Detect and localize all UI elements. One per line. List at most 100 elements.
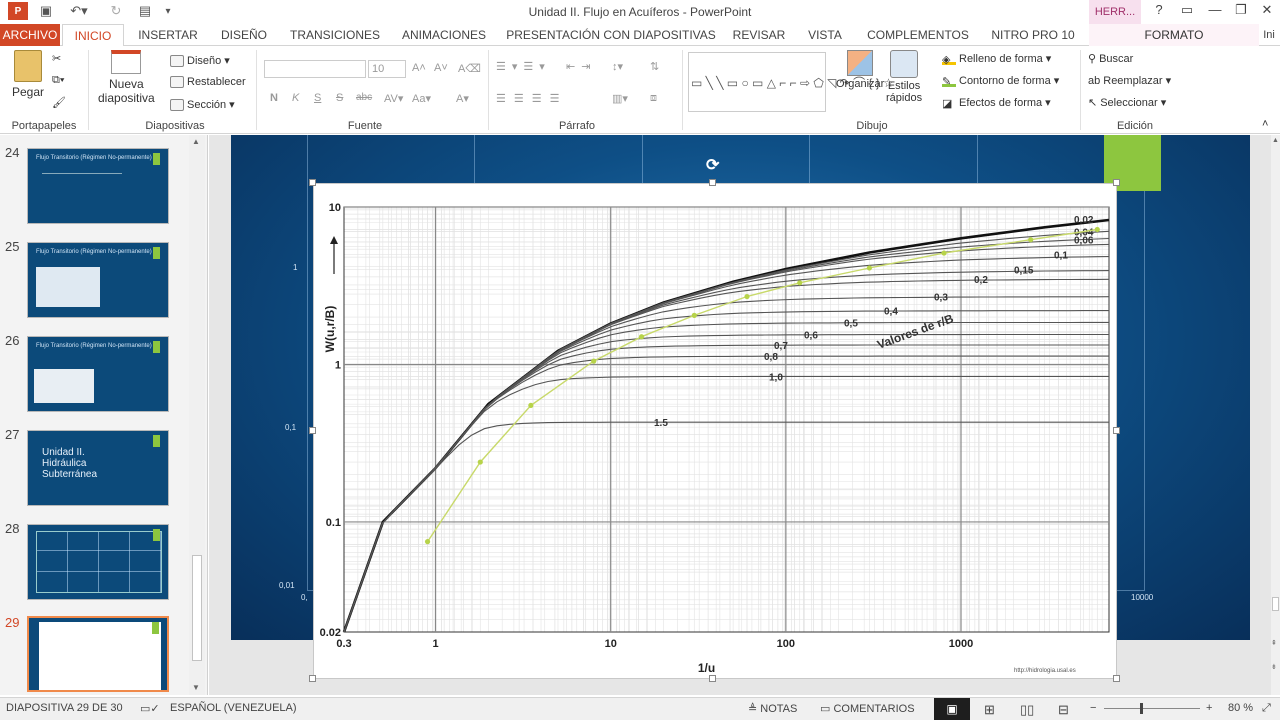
shape-effects-button[interactable]: ◪ Efectos de forma ▾: [942, 96, 1051, 110]
prev-slide-icon[interactable]: ⇞: [1271, 639, 1277, 647]
resize-handle[interactable]: [309, 675, 316, 682]
scroll-up-icon[interactable]: ▲: [1272, 137, 1279, 144]
type-curve-chart-image[interactable]: 0,02 0,04 0,06 0,1 0,15 0,2 0,3 0,4 0,5 0,6 0,7 0,8…: [313, 183, 1117, 679]
maximize-icon[interactable]: ❐: [1230, 2, 1252, 20]
slide-thumbnail-29[interactable]: [27, 616, 169, 692]
scroll-up-icon[interactable]: ▲: [192, 137, 200, 146]
select-button[interactable]: ↖ Seleccionar ▾: [1088, 96, 1166, 110]
tab-presentacion[interactable]: PRESENTACIÓN CON DIAPOSITIVAS: [502, 24, 720, 46]
slide-thumbnail-24[interactable]: Flujo Transitorio (Régimen No-permanente…: [27, 148, 169, 224]
zoom-slider[interactable]: [1104, 703, 1200, 714]
resize-handle[interactable]: [709, 675, 716, 682]
text-direction-icon[interactable]: ⇅: [650, 60, 659, 73]
copy-icon[interactable]: ⧉▾: [52, 74, 64, 87]
section-button[interactable]: Sección ▾: [170, 98, 235, 111]
thumbnails-scrollbar[interactable]: ▲ ▼: [189, 135, 205, 695]
char-spacing-icon[interactable]: AV▾: [384, 92, 403, 105]
smartart-icon[interactable]: ⧈: [650, 92, 657, 105]
tab-formato[interactable]: FORMATO: [1089, 24, 1259, 46]
replace-button[interactable]: ab Reemplazar ▾: [1088, 74, 1171, 88]
rotate-handle-icon[interactable]: ⟳: [706, 155, 719, 175]
spellcheck-icon[interactable]: ▭✓: [140, 702, 160, 715]
slide-thumbnail-25[interactable]: Flujo Transitorio (Régimen No-permanente…: [27, 242, 169, 318]
paste-button[interactable]: Pegar: [12, 50, 44, 99]
tab-complementos[interactable]: COMPLEMENTOS: [860, 24, 976, 46]
grow-font-icon[interactable]: A˄: [412, 62, 426, 74]
new-slide-button[interactable]: Nueva diapositiva: [98, 50, 155, 105]
shape-fill-button[interactable]: ◈ Relleno de forma ▾: [942, 52, 1051, 66]
change-case-icon[interactable]: Aa▾: [412, 92, 431, 105]
next-slide-icon[interactable]: ⇟: [1271, 663, 1277, 671]
zoom-level[interactable]: 80 %: [1228, 702, 1253, 714]
comments-button[interactable]: ▭ COMENTARIOS: [820, 702, 915, 715]
zoom-slider-thumb[interactable]: [1140, 703, 1143, 714]
font-size-dropdown[interactable]: 10: [368, 60, 406, 78]
find-button[interactable]: ⚲ Buscar: [1088, 52, 1133, 66]
clipboard-icon: [14, 50, 43, 82]
language-indicator[interactable]: ESPAÑOL (VENEZUELA): [170, 702, 297, 714]
zoom-out-icon[interactable]: −: [1090, 702, 1096, 714]
underline-button[interactable]: S: [314, 92, 321, 104]
normal-view-icon[interactable]: ▣: [934, 698, 970, 720]
slideshow-view-icon[interactable]: ⊟: [1058, 702, 1069, 718]
indent-icon[interactable]: ⇤⇥: [566, 60, 596, 73]
tab-nitro[interactable]: NITRO PRO 10: [984, 24, 1082, 46]
editor-scrollbar[interactable]: ▲ ⇞ ⇟: [1271, 135, 1280, 695]
tab-vista[interactable]: VISTA: [798, 24, 852, 46]
fit-to-window-icon[interactable]: ⤢: [1262, 702, 1271, 715]
notes-button[interactable]: ≜ NOTAS: [748, 702, 797, 715]
tab-inicio[interactable]: INICIO: [62, 24, 124, 47]
group-label-fuente: Fuente: [347, 120, 383, 132]
scrollbar-thumb[interactable]: [192, 555, 202, 661]
font-name-dropdown[interactable]: [264, 60, 366, 78]
tab-insertar[interactable]: INSERTAR: [130, 24, 206, 46]
tab-animaciones[interactable]: ANIMACIONES: [394, 24, 494, 46]
scrollbar-thumb[interactable]: [1272, 597, 1279, 611]
align-buttons[interactable]: ☰☰☰☰: [496, 92, 567, 105]
tab-transiciones[interactable]: TRANSICIONES: [284, 24, 386, 46]
line-spacing-icon[interactable]: ↕▾: [612, 60, 623, 73]
zoom-in-icon[interactable]: +: [1206, 702, 1212, 714]
format-painter-icon[interactable]: 🖌: [52, 96, 66, 109]
resize-handle[interactable]: [709, 179, 716, 186]
shapes-gallery[interactable]: ▭ ╲ ╲ ▭ ○ ▭ △ ⌐ ⌐ ⇨ ⬠ ◹ ↷ ⌒ { } ☆: [688, 52, 894, 112]
resize-handle[interactable]: [309, 179, 316, 186]
strikethrough-button[interactable]: S: [336, 92, 343, 104]
ribbon-display-icon[interactable]: ▭: [1176, 2, 1198, 20]
font-color-icon[interactable]: A▾: [456, 92, 469, 105]
slide-thumbnail-28[interactable]: [27, 524, 169, 600]
italic-button[interactable]: K: [292, 92, 299, 104]
minimize-icon[interactable]: —: [1204, 2, 1226, 20]
shrink-font-icon[interactable]: A˅: [434, 62, 448, 74]
close-icon[interactable]: ✕: [1256, 2, 1278, 20]
slide-number: 27: [5, 427, 20, 442]
user-account[interactable]: Ini: [1258, 24, 1280, 46]
columns-icon[interactable]: ▥▾: [612, 92, 628, 105]
layout-label: Diseño: [187, 54, 222, 67]
reading-view-icon[interactable]: ▯▯: [1020, 702, 1034, 718]
marked-point: [797, 280, 803, 286]
help-icon[interactable]: ?: [1148, 2, 1170, 20]
resize-handle[interactable]: [1113, 675, 1120, 682]
shadow-button[interactable]: abc: [356, 92, 372, 103]
slide-thumbnail-26[interactable]: Flujo Transitorio (Régimen No-permanente…: [27, 336, 169, 412]
slide-sorter-icon[interactable]: ⊞: [984, 702, 995, 718]
clear-format-icon[interactable]: A⌫: [458, 62, 481, 75]
layout-button[interactable]: Diseño ▾: [170, 54, 230, 67]
resize-handle[interactable]: [1113, 427, 1120, 434]
cut-icon[interactable]: ✂: [52, 52, 61, 65]
scroll-down-icon[interactable]: ▼: [192, 683, 200, 692]
tab-diseno[interactable]: DISEÑO: [212, 24, 276, 46]
bullets-icon[interactable]: ☰▾☰▾: [496, 60, 551, 73]
resize-handle[interactable]: [309, 427, 316, 434]
reset-button[interactable]: Restablecer: [170, 76, 246, 88]
arrange-button[interactable]: Organizar: [836, 50, 884, 90]
tab-archivo[interactable]: ARCHIVO: [0, 24, 60, 46]
shape-outline-button[interactable]: ✎ Contorno de forma ▾: [942, 74, 1059, 88]
collapse-ribbon-icon[interactable]: ˄: [1262, 118, 1268, 130]
quick-styles-button[interactable]: Estilos rápidos: [886, 50, 922, 104]
tab-revisar[interactable]: REVISAR: [728, 24, 790, 46]
bold-button[interactable]: N: [270, 92, 278, 104]
resize-handle[interactable]: [1113, 179, 1120, 186]
slide-thumbnail-27[interactable]: Unidad II. Hidráulica Subterránea: [27, 430, 169, 506]
